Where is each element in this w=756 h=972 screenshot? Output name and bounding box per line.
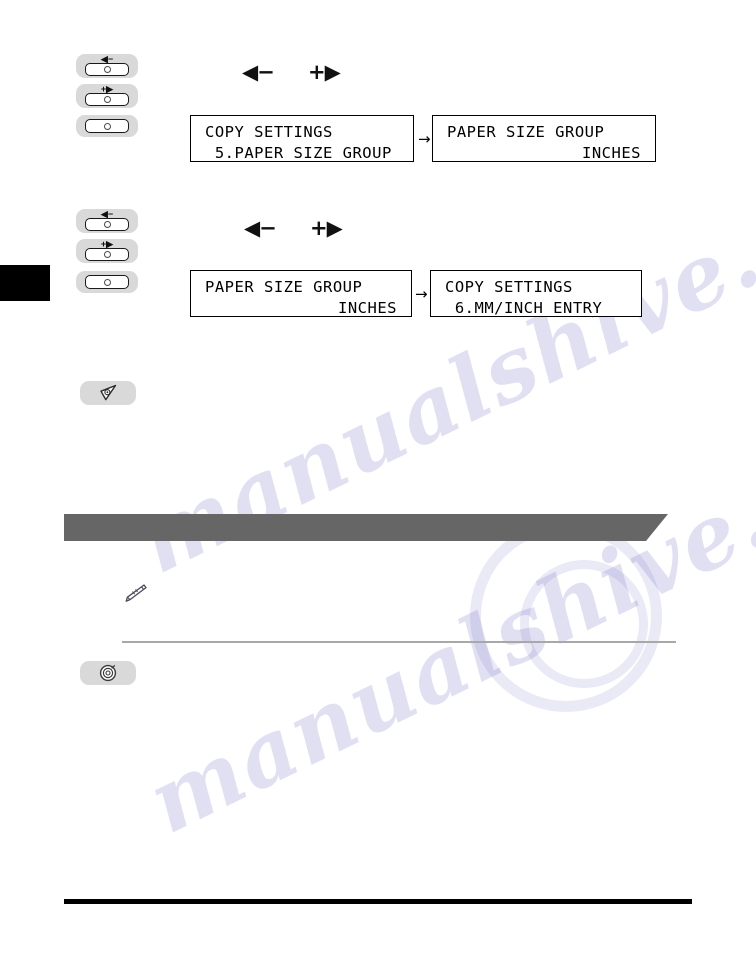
pencil-note-icon — [125, 584, 147, 602]
lcd-display-after-step1: PAPER SIZE GROUP INCHES — [432, 115, 656, 162]
legend-plus-right-step2: +▶ — [310, 216, 343, 240]
key-indicator-dot — [103, 96, 111, 103]
lcd-display-before-step1: COPY SETTINGS 5.PAPER SIZE GROUP — [190, 115, 414, 162]
flow-arrow-step1: → — [418, 130, 431, 148]
set-key-step2[interactable] — [76, 271, 138, 293]
plus-right-key-step1[interactable]: +▶ — [76, 84, 138, 108]
stop-reset-button[interactable] — [80, 661, 136, 685]
flow-arrow-step2: → — [415, 285, 428, 303]
lcd-line-2: INCHES — [582, 144, 641, 162]
key-indicator-dot — [103, 251, 111, 258]
lcd-display-after-step2: COPY SETTINGS 6.MM/INCH ENTRY — [430, 270, 642, 317]
left-minus-key-step2[interactable]: ◀− — [76, 209, 138, 233]
caution-note-button[interactable] — [80, 381, 136, 405]
lcd-line-2: 5.PAPER SIZE GROUP — [205, 144, 392, 162]
pencil-note-marker — [122, 582, 148, 611]
set-key-step1[interactable] — [76, 115, 138, 137]
manual-page: ◀− +▶ ◀− +▶ COPY SETTINGS 5.PAPER SIZE G… — [0, 0, 756, 972]
stop-reset-icon — [99, 664, 117, 682]
lcd-line-2: 6.MM/INCH ENTRY — [445, 299, 603, 317]
lcd-line-2: INCHES — [338, 299, 397, 317]
key-cap — [85, 275, 129, 289]
section-heading-banner — [64, 514, 668, 541]
lcd-line-1: COPY SETTINGS — [205, 123, 333, 141]
key-indicator-dot — [103, 122, 111, 130]
lcd-display-before-step2: PAPER SIZE GROUP INCHES — [190, 270, 412, 317]
lcd-line-1: COPY SETTINGS — [445, 278, 573, 296]
lcd-line-1: PAPER SIZE GROUP — [447, 123, 605, 141]
key-cap — [85, 63, 129, 76]
lcd-line-1: PAPER SIZE GROUP — [205, 278, 363, 296]
chapter-tab-marker — [0, 265, 50, 301]
key-cap — [85, 218, 129, 231]
legend-left-minus-step1: ◀− — [242, 60, 275, 84]
key-cap — [85, 93, 129, 106]
key-indicator-dot — [103, 221, 111, 228]
left-minus-key-step1[interactable]: ◀− — [76, 54, 138, 78]
key-cap — [85, 248, 129, 261]
key-indicator-dot — [103, 66, 111, 73]
key-indicator-dot — [103, 278, 111, 286]
legend-plus-right-step1: +▶ — [308, 60, 341, 84]
plus-right-key-step2[interactable]: +▶ — [76, 239, 138, 263]
legend-left-minus-step2: ◀− — [244, 216, 277, 240]
key-cap — [85, 119, 129, 133]
note-divider-rule — [122, 641, 676, 643]
caution-triangle-icon — [100, 384, 117, 401]
footer-rule — [64, 899, 692, 904]
